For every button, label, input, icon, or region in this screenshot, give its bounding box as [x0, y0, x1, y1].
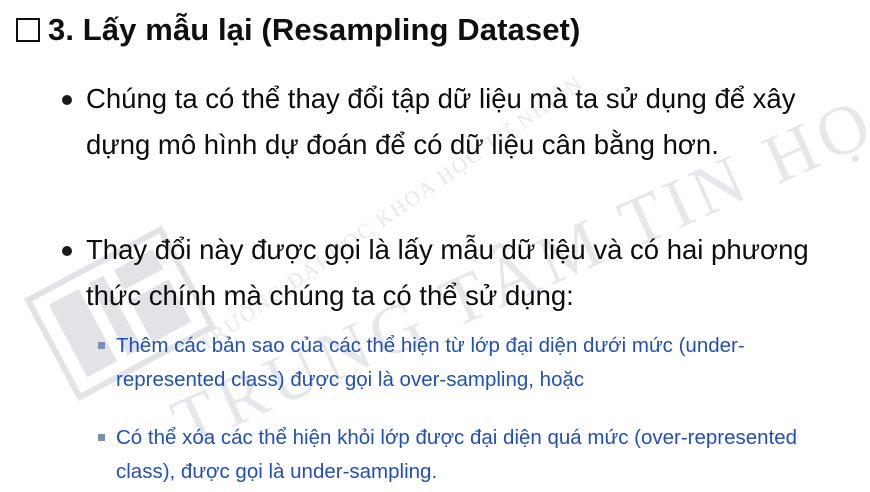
- checkbox-square-icon: [16, 18, 40, 42]
- slide: TRƯỜNG ĐẠI HỌC KHOA HỌC TỰ NHIÊN TRUNG T…: [0, 0, 870, 492]
- slide-title-row: 3. Lấy mẫu lại (Resampling Dataset): [16, 12, 580, 48]
- bullet-item: Thay đổi này được gọi là lấy mẫu dữ liệu…: [62, 227, 852, 319]
- sub-bullet-text: Có thể xóa các thể hiện khỏi lớp được đạ…: [116, 426, 798, 483]
- sub-bullet-text: Thêm các bản sao của các thể hiện từ lớp…: [116, 334, 745, 391]
- sub-bullet-item: Thêm các bản sao của các thể hiện từ lớp…: [98, 329, 848, 397]
- bullet-text: Chúng ta có thể thay đổi tập dữ liệu mà …: [86, 83, 796, 160]
- square-bullet-icon: [98, 434, 105, 441]
- bullet-dot-icon: [62, 246, 72, 256]
- bullet-item: Chúng ta có thể thay đổi tập dữ liệu mà …: [62, 76, 852, 168]
- square-bullet-icon: [98, 342, 105, 349]
- slide-title: 3. Lấy mẫu lại (Resampling Dataset): [48, 12, 581, 47]
- bullet-text: Thay đổi này được gọi là lấy mẫu dữ liệu…: [86, 234, 809, 311]
- bullet-dot-icon: [62, 95, 72, 105]
- sub-bullet-item: Có thể xóa các thể hiện khỏi lớp được đạ…: [98, 421, 848, 489]
